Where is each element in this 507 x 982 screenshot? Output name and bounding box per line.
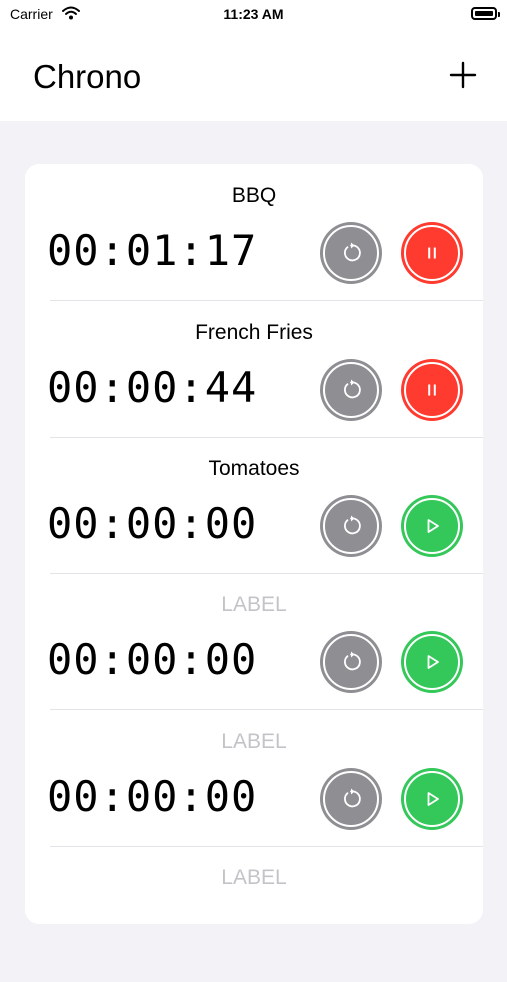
add-timer-button[interactable] [446,58,480,92]
timer-row: LABEL [25,846,483,982]
play-icon [427,519,439,533]
reset-icon [344,788,361,808]
status-time: 11:23 AM [223,6,284,22]
timer-row: LABEL 00:00:00 [25,710,483,846]
play-button[interactable] [401,631,463,693]
reset-button[interactable] [320,631,382,693]
timer-label-placeholder[interactable]: LABEL [25,866,483,890]
timer-label-placeholder[interactable]: LABEL [25,593,483,617]
timer-time: 00:01:17 [47,226,258,275]
timer-label[interactable]: BBQ [25,184,483,208]
pause-icon [428,384,436,396]
reset-icon [344,515,361,535]
timer-row: Tomatoes 00:00:00 [25,437,483,573]
play-icon [427,655,439,669]
play-button[interactable] [401,768,463,830]
reset-button[interactable] [320,495,382,557]
battery-icon [471,7,500,20]
pause-button[interactable] [401,222,463,284]
reset-button[interactable] [320,359,382,421]
timer-time: 00:00:00 [47,635,258,684]
timer-row: French Fries 00:00:44 [25,301,483,437]
reset-icon [344,242,361,262]
pause-icon [428,247,436,259]
reset-icon [344,651,361,671]
timer-time: 00:00:00 [47,499,258,548]
timer-label-placeholder[interactable]: LABEL [25,730,483,754]
timer-row: LABEL 00:00:00 [25,573,483,709]
timer-label[interactable]: Tomatoes [25,457,483,481]
status-bar: Carrier 11:23 AM [0,0,507,30]
top-bar: Carrier 11:23 AM Chrono [0,0,507,121]
timer-list: BBQ 00:01:17 French Fries 00:00:44 Tomat… [25,164,483,924]
reset-button[interactable] [320,768,382,830]
reset-button[interactable] [320,222,382,284]
page-title: Chrono [33,58,142,95]
timer-time: 00:00:00 [47,772,258,821]
pause-button[interactable] [401,359,463,421]
reset-icon [344,379,361,399]
plus-icon [449,61,477,89]
play-button[interactable] [401,495,463,557]
timer-label[interactable]: French Fries [25,321,483,345]
timer-time: 00:00:44 [47,363,258,412]
play-icon [427,792,439,806]
timer-row: BBQ 00:01:17 [25,164,483,300]
